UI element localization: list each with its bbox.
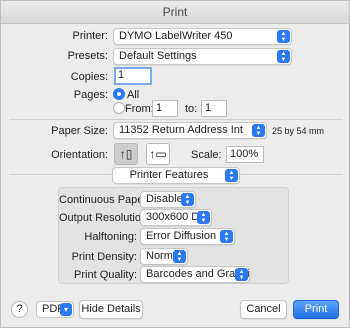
presets-label: Presets:	[67, 50, 108, 62]
updown-arrows-icon: ▲ ▼	[220, 230, 233, 243]
output-resolution-popup[interactable]: 300x600 DPI ▲ ▼	[140, 209, 212, 226]
print-quality-label: Print Quality:	[74, 269, 137, 281]
updown-arrows-icon: ▲ ▼	[197, 211, 210, 224]
updown-arrows-icon: ▲ ▼	[235, 268, 248, 281]
print-dialog: Print Printer: DYMO LabelWriter 450 ▲ ▼ P…	[0, 0, 350, 328]
print-density-label: Print Density:	[71, 251, 137, 263]
help-button[interactable]: ?	[11, 301, 28, 318]
presets-popup[interactable]: Default Settings ▲ ▼	[113, 48, 292, 65]
paper-size-value: 11352 Return Address Int	[119, 124, 243, 136]
updown-arrows-icon: ▲ ▼	[173, 250, 186, 263]
updown-arrows-icon: ▲ ▼	[277, 30, 290, 43]
updown-arrows-icon: ▲ ▼	[225, 169, 238, 182]
pages-label: Pages:	[73, 89, 108, 101]
halftoning-value: Error Diffusion	[146, 230, 217, 242]
paper-dimensions: 25 by 54 mm	[272, 126, 325, 136]
printer-popup[interactable]: DYMO LabelWriter 450 ▲ ▼	[113, 28, 292, 45]
landscape-person-icon: ↑▭	[149, 147, 167, 161]
pages-to-input[interactable]: 1	[201, 100, 227, 117]
continuous-paper-popup[interactable]: Disabled ▲ ▼	[140, 191, 196, 208]
window-title: Print	[1, 1, 349, 24]
orientation-portrait-button[interactable]: ↑▯	[114, 143, 138, 165]
pages-range-radio[interactable]	[113, 102, 125, 114]
updown-arrows-icon: ▲ ▼	[252, 124, 265, 137]
pages-from-input[interactable]: 1	[152, 100, 178, 117]
pdf-menu-button[interactable]: PDF ▾	[36, 301, 74, 318]
portrait-person-icon: ↑▯	[119, 147, 133, 161]
pages-from-label: From:	[125, 103, 154, 115]
print-quality-popup[interactable]: Barcodes and Graphics ▲ ▼	[140, 266, 250, 283]
hide-details-button[interactable]: Hide Details	[79, 300, 143, 319]
pages-all-radio[interactable]	[113, 88, 125, 100]
continuous-paper-label: Continuous Paper:	[59, 194, 151, 206]
section-value: Printer Features	[129, 169, 209, 181]
updown-arrows-icon: ▲ ▼	[277, 50, 290, 63]
halftoning-popup[interactable]: Error Diffusion ▲ ▼	[140, 228, 235, 245]
halftoning-label: Halftoning:	[84, 231, 137, 243]
orientation-landscape-button[interactable]: ↑▭	[146, 143, 170, 165]
printer-label: Printer:	[72, 30, 108, 42]
orientation-label: Orientation:	[51, 149, 108, 161]
presets-value: Default Settings	[119, 50, 197, 62]
output-resolution-label: Output Resolution:	[59, 212, 151, 224]
scale-label: Scale:	[191, 149, 222, 161]
cancel-button[interactable]: Cancel	[240, 300, 287, 319]
paper-size-label: Paper Size:	[51, 125, 108, 137]
print-density-popup[interactable]: Normal ▲ ▼	[140, 248, 188, 265]
pages-all-label: All	[127, 89, 140, 101]
print-button[interactable]: Print	[293, 300, 339, 319]
copies-input[interactable]: 1	[114, 67, 152, 85]
updown-arrows-icon: ▲ ▼	[181, 193, 194, 206]
scale-input[interactable]: 100%	[226, 146, 264, 163]
chevron-down-icon: ▾	[60, 303, 72, 316]
paper-size-popup[interactable]: 11352 Return Address Int ▲ ▼	[113, 122, 267, 139]
separator	[9, 119, 343, 120]
printer-value: DYMO LabelWriter 450	[119, 30, 233, 42]
copies-label: Copies:	[70, 71, 108, 83]
pages-to-label: to:	[185, 103, 198, 115]
section-popup[interactable]: Printer Features ▲ ▼	[112, 167, 240, 184]
